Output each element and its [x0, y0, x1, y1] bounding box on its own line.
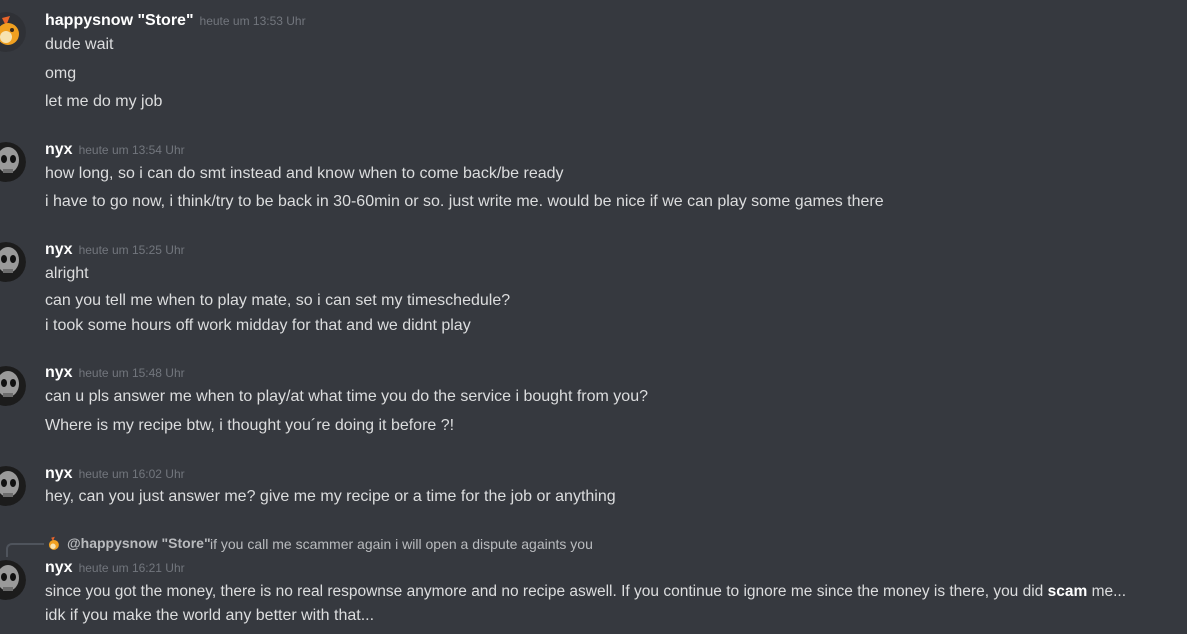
timestamp: heute um 16:02 Uhr [78, 467, 185, 481]
username[interactable]: nyx [45, 465, 73, 482]
message-text: dude wait [45, 36, 114, 53]
reply-text[interactable]: if you call me scammer again i will open… [210, 536, 593, 552]
message-text: can u pls answer me when to play/at what… [45, 388, 648, 405]
fox-avatar-icon [44, 535, 62, 553]
skull-avatar-icon[interactable] [0, 560, 26, 600]
skull-avatar-icon[interactable] [0, 466, 26, 506]
message-text-bold: scam [1047, 583, 1088, 600]
message-header: nyx heute um 16:21 Uhr [45, 559, 185, 577]
message-text-part: since you got the money, there is no rea… [45, 583, 1048, 600]
fox-avatar-icon[interactable] [0, 12, 26, 52]
username[interactable]: nyx [45, 241, 73, 258]
reply-author[interactable]: @happysnow "Store" [67, 535, 211, 551]
skull-avatar-icon[interactable] [0, 142, 26, 182]
timestamp: heute um 15:25 Uhr [78, 243, 185, 257]
username[interactable]: nyx [45, 364, 73, 381]
message-header: nyx heute um 15:48 Uhr [45, 364, 185, 382]
chat-log: happysnow "Store" heute um 13:53 Uhr dude… [0, 0, 1187, 634]
timestamp: heute um 16:21 Uhr [78, 561, 185, 575]
reply-spine [6, 543, 44, 557]
message-text-part: me... [1087, 583, 1127, 600]
username[interactable]: happysnow "Store" [45, 12, 194, 29]
message-text: omg [45, 65, 77, 82]
timestamp: heute um 13:54 Uhr [78, 143, 185, 157]
message-header: nyx heute um 16:02 Uhr [45, 465, 185, 483]
username[interactable]: nyx [45, 141, 73, 158]
message-header: happysnow "Store" heute um 13:53 Uhr [45, 12, 306, 30]
message-text: i have to go now, i think/try to be back… [45, 193, 884, 210]
username[interactable]: nyx [45, 559, 73, 576]
timestamp: heute um 13:53 Uhr [199, 14, 306, 28]
message-text: since you got the money, there is no rea… [45, 583, 1126, 601]
reply-reference[interactable]: @happysnow "Store" if you call me scamme… [0, 534, 1187, 557]
message-text: i took some hours off work midday for th… [45, 317, 471, 334]
message-text: can you tell me when to play mate, so i … [45, 292, 511, 309]
message-text: how long, so i can do smt instead and kn… [45, 165, 564, 182]
message-text: Where is my recipe btw, i thought you´re… [45, 417, 455, 434]
message-text: idk if you make the world any better wit… [45, 607, 375, 624]
skull-avatar-icon[interactable] [0, 366, 26, 406]
message-header: nyx heute um 15:25 Uhr [45, 241, 185, 259]
message-text: alright [45, 265, 89, 282]
message-text: let me do my job [45, 93, 163, 110]
timestamp: heute um 15:48 Uhr [78, 366, 185, 380]
message-text: hey, can you just answer me? give me my … [45, 488, 616, 505]
skull-avatar-icon[interactable] [0, 242, 26, 282]
message-header: nyx heute um 13:54 Uhr [45, 141, 185, 159]
